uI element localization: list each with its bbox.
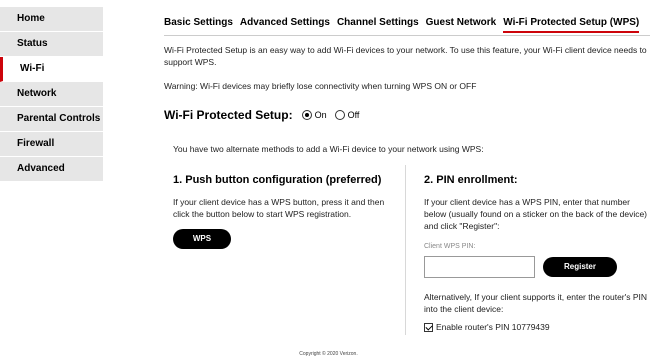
tab-advanced-settings[interactable]: Advanced Settings	[240, 17, 330, 33]
sidebar-item-advanced[interactable]: Advanced	[0, 157, 103, 182]
radio-on-indicator[interactable]	[301, 110, 312, 120]
sidebar-item-label: Parental Controls	[17, 113, 101, 124]
sidebar-item-label: Advanced	[17, 163, 65, 174]
tab-wps[interactable]: Wi-Fi Protected Setup (WPS)	[503, 17, 640, 33]
wps-off-label: Off	[347, 110, 360, 120]
wps-off-radio[interactable]: Off	[334, 110, 360, 120]
tab-channel-settings[interactable]: Channel Settings	[337, 17, 419, 33]
push-button-description: If your client device has a WPS button, …	[173, 197, 385, 219]
column-divider	[405, 165, 406, 335]
copyright-text: Copyright © 2020 Verizon.	[299, 351, 358, 357]
wps-on-radio[interactable]: On	[301, 110, 327, 120]
sidebar-item-firewall[interactable]: Firewall	[0, 132, 103, 157]
radio-off-indicator[interactable]	[334, 110, 345, 120]
enable-router-pin-label: Enable router's PIN 10779439	[436, 322, 550, 332]
intro-text: Wi-Fi Protected Setup is an easy way to …	[164, 45, 647, 67]
wps-on-label: On	[314, 110, 327, 120]
sidebar-item-label: Firewall	[17, 138, 55, 149]
sidebar-item-label: Home	[17, 13, 45, 24]
sidebar-item-home[interactable]: Home	[0, 7, 103, 32]
methods-text: You have two alternate methods to add a …	[173, 144, 484, 154]
sidebar-item-network[interactable]: Network	[0, 82, 103, 107]
sidebar-item-status[interactable]: Status	[0, 32, 103, 57]
warning-text: Warning: Wi-Fi devices may briefly lose …	[164, 81, 477, 91]
tab-divider	[164, 35, 650, 36]
wps-button[interactable]: WPS	[173, 229, 231, 249]
sidebar-item-label: Status	[17, 38, 48, 49]
client-pin-input[interactable]	[424, 256, 535, 278]
tab-bar: Basic Settings Advanced Settings Channel…	[164, 17, 646, 33]
tab-basic-settings[interactable]: Basic Settings	[164, 17, 233, 33]
sidebar-nav: Home Status Wi-Fi Network Parental Contr…	[0, 7, 103, 182]
pin-enrollment-description: If your client device has a WPS PIN, ent…	[424, 197, 648, 231]
sidebar-item-wifi[interactable]: Wi-Fi	[0, 57, 103, 82]
enable-router-pin-row[interactable]: Enable router's PIN 10779439	[424, 322, 550, 332]
register-button[interactable]: Register	[543, 257, 617, 277]
sidebar-item-parental-controls[interactable]: Parental Controls	[0, 107, 103, 132]
pin-enrollment-title: 2. PIN enrollment:	[424, 174, 518, 186]
enable-router-pin-checkbox[interactable]	[424, 322, 433, 332]
router-pin-description: Alternatively, If your client supports i…	[424, 292, 648, 314]
tab-guest-network[interactable]: Guest Network	[426, 17, 497, 33]
sidebar-item-label: Network	[17, 88, 57, 99]
wps-toggle-row: Wi-Fi Protected Setup: On Off	[164, 108, 367, 122]
wps-setup-title: Wi-Fi Protected Setup:	[164, 108, 293, 122]
client-pin-label: Client WPS PIN:	[424, 243, 476, 250]
push-button-title: 1. Push button configuration (preferred)	[173, 174, 382, 186]
sidebar-item-label: Wi-Fi	[20, 63, 45, 74]
